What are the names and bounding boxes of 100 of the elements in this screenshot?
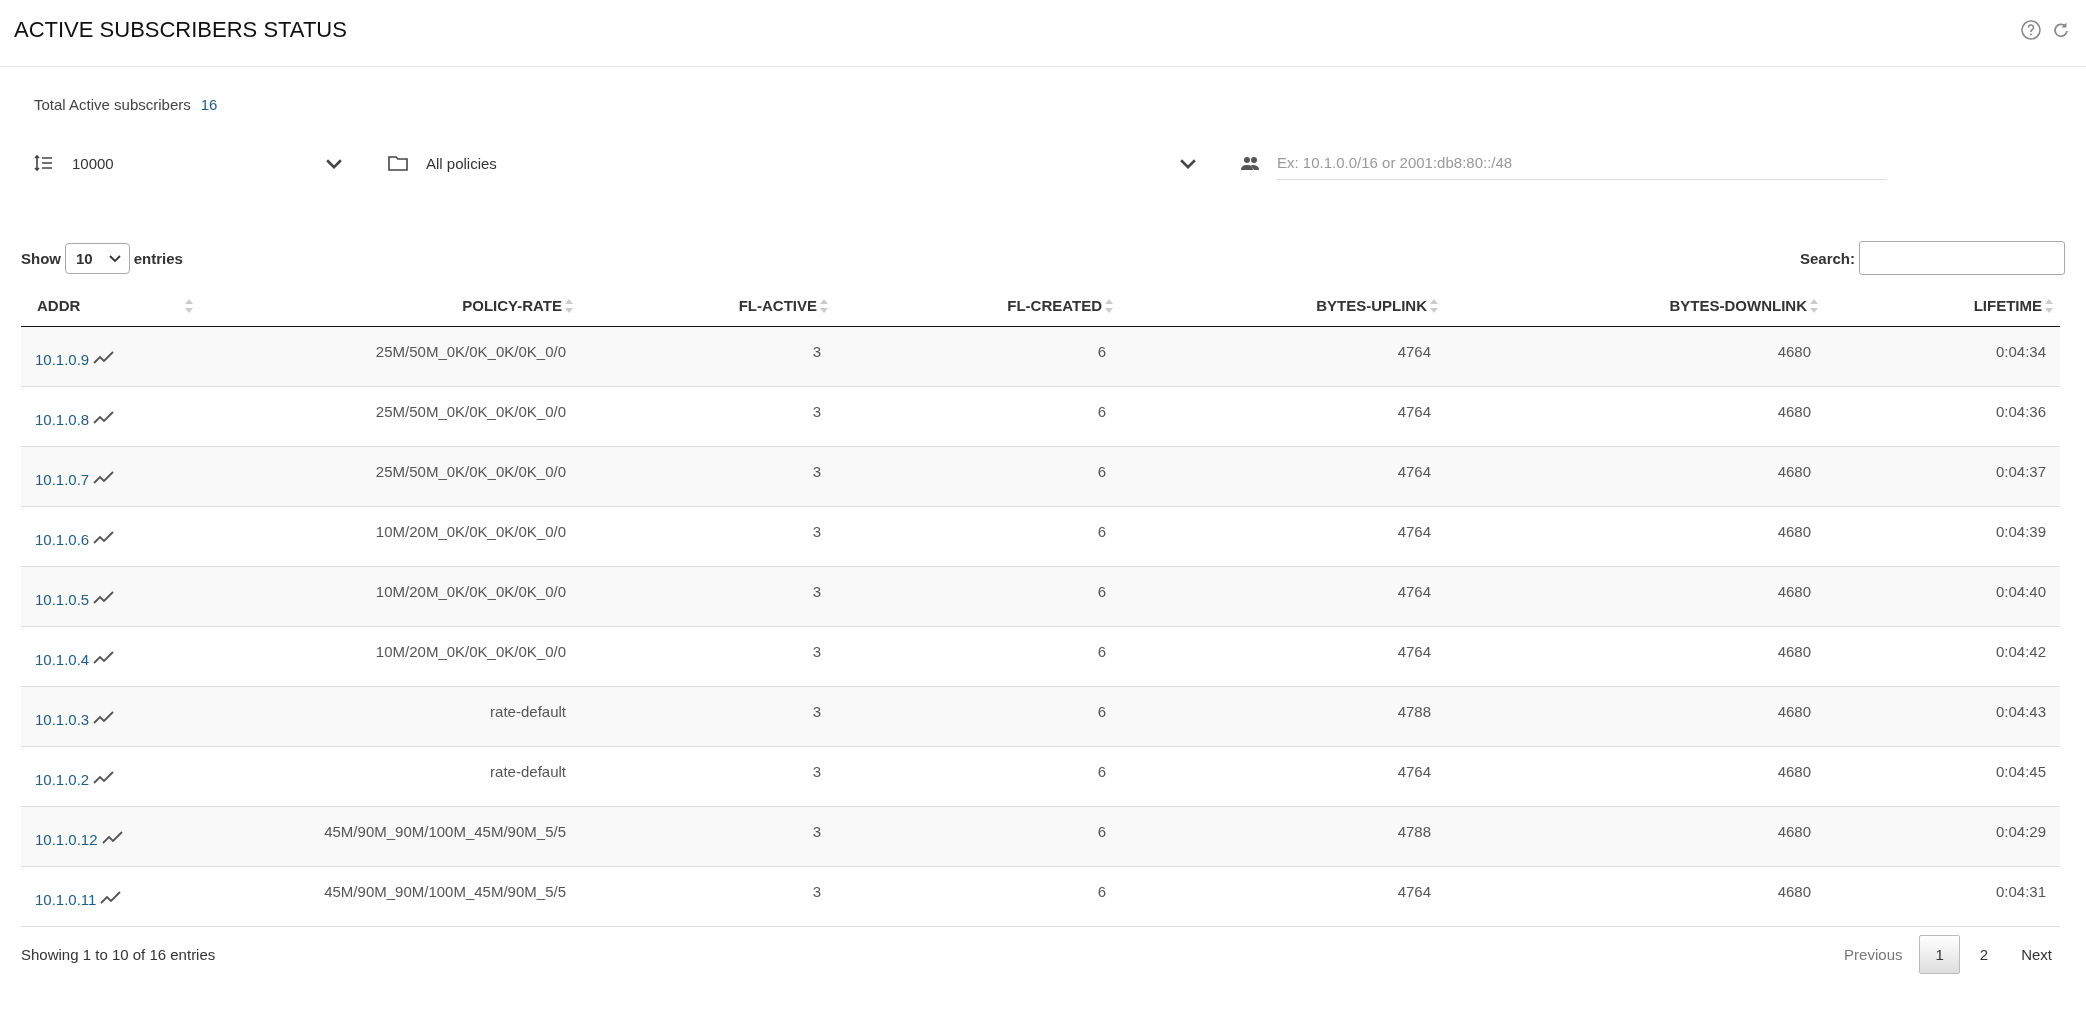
table-cell: 6 [835,626,1120,687]
address-link[interactable]: 10.1.0.9 [35,351,90,368]
table-info: Showing 1 to 10 of 16 entries [21,946,216,963]
trend-chart-icon[interactable] [93,591,116,605]
trend-chart-icon[interactable] [100,891,123,905]
table-cell: 25M/50M_0K/0K_0K/0K_0/0 [200,386,580,447]
table-cell: 4788 [1120,806,1445,867]
column-header[interactable]: POLICY-RATE [200,283,580,327]
table-cell: 4680 [1445,326,1825,387]
table-cell: 3 [580,326,835,387]
page-title: ACTIVE SUBSCRIBERS STATUS [14,17,347,43]
table-cell: 0:04:37 [1825,446,2060,507]
table-cell: 3 [580,686,835,747]
table-cell: 4764 [1120,446,1445,507]
table-cell: 4680 [1445,446,1825,507]
table-cell: rate-default [200,746,580,807]
table-cell: 4680 [1445,566,1825,627]
table-cell: 3 [580,746,835,807]
table-cell: 6 [835,806,1120,867]
policy-dropdown[interactable]: All policies [387,152,1199,174]
trend-chart-icon[interactable] [93,651,116,665]
table-cell: 6 [835,326,1120,387]
table-cell: 4680 [1445,806,1825,867]
summary-label: Total Active subscribers [34,96,191,113]
address-link[interactable]: 10.1.0.2 [35,771,90,788]
table-cell: 0:04:43 [1825,686,2060,747]
trend-chart-icon[interactable] [101,831,124,845]
address-link[interactable]: 10.1.0.6 [35,531,90,548]
address-link[interactable]: 10.1.0.4 [35,651,90,668]
table-cell: 4764 [1120,566,1445,627]
table-cell: 4788 [1120,686,1445,747]
table-cell: 6 [835,506,1120,567]
table-cell: 6 [835,746,1120,807]
table-cell: 4764 [1120,626,1445,687]
table-cell: 0:04:45 [1825,746,2060,807]
table-cell: 3 [580,866,835,927]
table-cell: 6 [835,446,1120,507]
table-cell: 0:04:39 [1825,506,2060,567]
column-header[interactable]: ADDR [21,283,200,327]
pagination-link[interactable]: Next [2008,935,2065,974]
entries-label: entries [133,249,183,267]
table-cell: 4764 [1120,866,1445,927]
table-cell: 4764 [1120,746,1445,807]
show-label: Show [21,249,61,267]
table-cell: 4680 [1445,626,1825,687]
trend-chart-icon[interactable] [93,771,116,785]
table-cell: 0:04:40 [1825,566,2060,627]
table-cell: 0:04:34 [1825,326,2060,387]
table-cell: 4680 [1445,386,1825,447]
table-cell: 0:04:31 [1825,866,2060,927]
address-link[interactable]: 10.1.0.11 [35,891,97,908]
column-header[interactable]: BYTES-DOWNLINK [1445,283,1825,327]
table-cell: 45M/90M_90M/100M_45M/90M_5/5 [200,806,580,867]
table-cell: 10M/20M_0K/0K_0K/0K_0/0 [200,566,580,627]
table-cell: 3 [580,506,835,567]
trend-chart-icon[interactable] [93,351,116,365]
search-field[interactable] [1859,241,2065,275]
trend-chart-icon[interactable] [93,471,116,485]
address-link[interactable]: 10.1.0.5 [35,591,90,608]
table-cell: 10M/20M_0K/0K_0K/0K_0/0 [200,506,580,567]
trend-chart-icon[interactable] [93,531,116,545]
table-cell: 4764 [1120,506,1445,567]
subscriber-count: 16 [200,96,218,113]
limit-dropdown[interactable]: 10000 [33,152,345,174]
column-header[interactable]: FL-ACTIVE [580,283,835,327]
address-link[interactable]: 10.1.0.3 [35,711,90,728]
table-cell: 10M/20M_0K/0K_0K/0K_0/0 [200,626,580,687]
table-cell: 6 [835,386,1120,447]
table-cell: 3 [580,806,835,867]
table-cell: 3 [580,626,835,687]
table-cell: 0:04:36 [1825,386,2060,447]
table-cell: 4764 [1120,326,1445,387]
page-button[interactable]: 2 [1963,935,2005,974]
column-header[interactable]: FL-CREATED [835,283,1120,327]
column-header[interactable]: BYTES-UPLINK [1120,283,1445,327]
table-cell: 4680 [1445,506,1825,567]
search-label: Search: [1799,249,1855,267]
sort-lines-icon [33,152,55,174]
column-header[interactable]: LIFETIME [1825,283,2060,327]
table-cell: 3 [580,386,835,447]
table-cell: 4680 [1445,686,1825,747]
table-cell: 0:04:29 [1825,806,2060,867]
table-cell: 4680 [1445,866,1825,927]
table-cell: 4680 [1445,746,1825,807]
page-button[interactable]: 1 [1919,935,1960,974]
trend-chart-icon[interactable] [93,411,116,425]
address-link[interactable]: 10.1.0.8 [35,411,90,428]
table-cell: 6 [835,566,1120,627]
help-icon[interactable] [2020,19,2042,41]
table-cell: 25M/50M_0K/0K_0K/0K_0/0 [200,446,580,507]
table-cell: 3 [580,566,835,627]
address-link[interactable]: 10.1.0.7 [35,471,90,488]
table-cell: 0:04:42 [1825,626,2060,687]
table-cell: 45M/90M_90M/100M_45M/90M_5/5 [200,866,580,927]
address-link[interactable]: 10.1.0.12 [35,831,98,848]
table-cell: rate-default [200,686,580,747]
entries-dropdown[interactable]: 10 [65,242,130,274]
table-cell: 25M/50M_0K/0K_0K/0K_0/0 [200,326,580,387]
table-cell: 6 [835,686,1120,747]
trend-chart-icon[interactable] [93,711,116,725]
